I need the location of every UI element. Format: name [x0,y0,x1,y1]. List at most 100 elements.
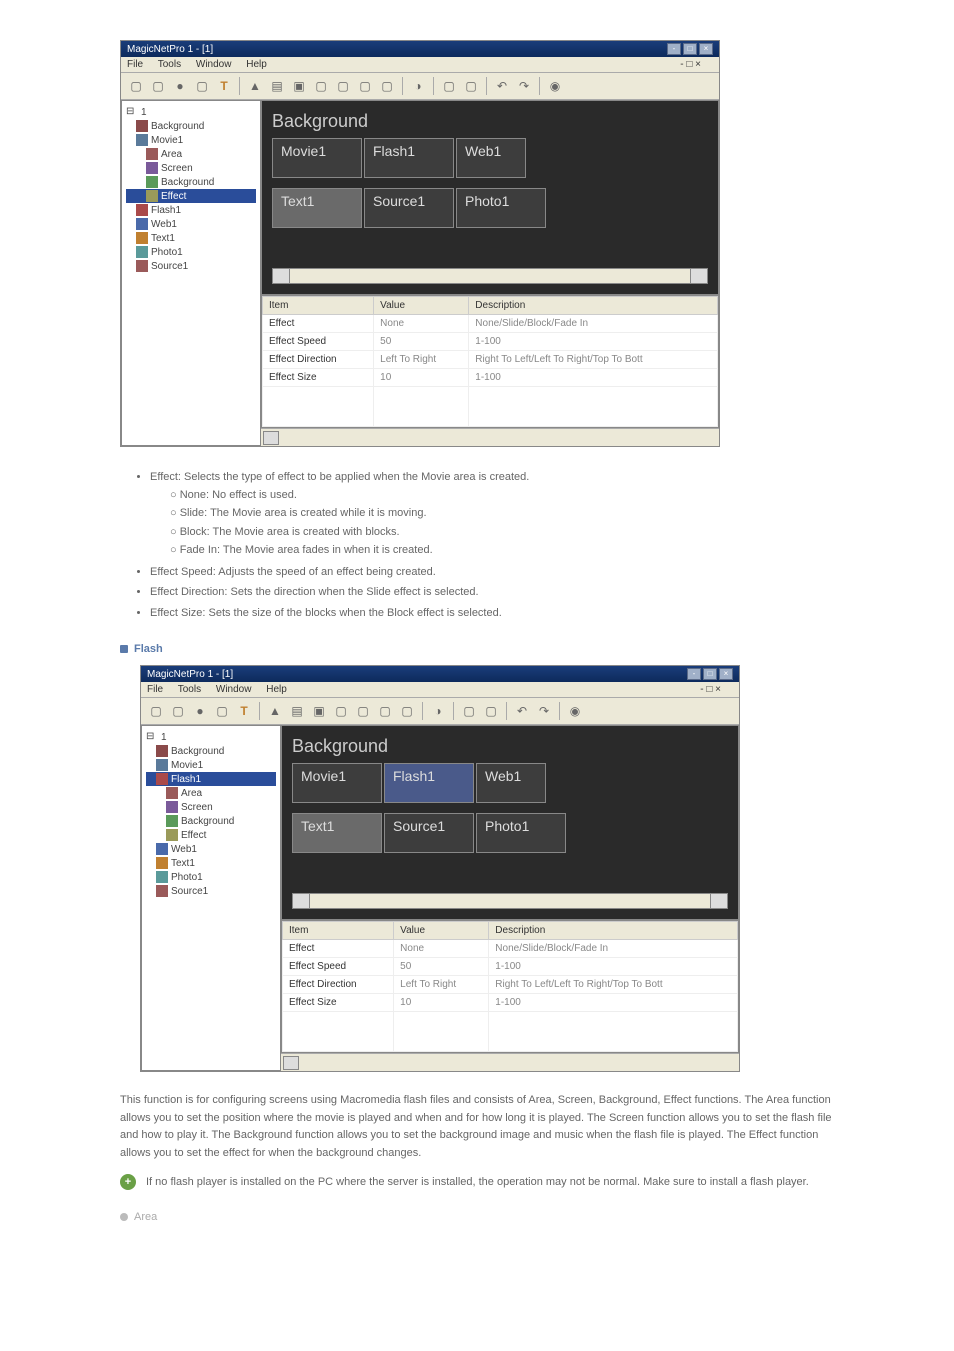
tb-icon-14[interactable]: ▢ [482,702,500,720]
menu-tools[interactable]: Tools [178,684,201,695]
menu-help[interactable]: Help [266,684,287,695]
tb-icon-t[interactable]: T [235,702,253,720]
menu-file[interactable]: File [147,684,163,695]
region-photo[interactable]: Photo1 [456,188,546,228]
grid-header-value[interactable]: Value [374,297,469,315]
close-btn[interactable]: × [699,43,713,55]
region-photo[interactable]: Photo1 [476,813,566,853]
tree-screen[interactable]: Screen [126,161,256,175]
tb-icon-11[interactable]: ▢ [378,77,396,95]
scrollbar-h[interactable] [272,268,708,284]
tb-icon-3[interactable]: ● [191,702,209,720]
grid-header-value[interactable]: Value [394,922,489,940]
tb-icon-9[interactable]: ▢ [354,702,372,720]
tb-icon-9[interactable]: ▢ [334,77,352,95]
tree-screen[interactable]: Screen [146,800,276,814]
tree-web[interactable]: Web1 [126,217,256,231]
tree-area[interactable]: Area [146,786,276,800]
region-web[interactable]: Web1 [476,763,546,803]
tb-icon-12[interactable]: ◑ [429,702,447,720]
tree-text[interactable]: Text1 [146,856,276,870]
grid-row-size[interactable]: Effect Size 10 1-100 [263,369,718,387]
tb-icon-7[interactable]: ▣ [310,702,328,720]
tree-source[interactable]: Source1 [126,259,256,273]
grid-row-effect[interactable]: Effect None None/Slide/Block/Fade In [263,315,718,333]
tb-icon-1[interactable]: ▢ [127,77,145,95]
tb-icon-redo[interactable]: ↷ [535,702,553,720]
region-flash-selected[interactable]: Flash1 [384,763,474,803]
tree-area[interactable]: Area [126,147,256,161]
region-web[interactable]: Web1 [456,138,526,178]
tb-icon-5[interactable]: ▲ [266,702,284,720]
tb-icon-13[interactable]: ▢ [440,77,458,95]
tree-photo[interactable]: Photo1 [126,245,256,259]
tree-bg2[interactable]: Background [126,175,256,189]
tree-movie[interactable]: Movie1 [146,758,276,772]
tree-root[interactable]: ⊟1 [126,105,256,119]
menu-window[interactable]: Window [196,59,232,70]
tb-icon-8[interactable]: ▢ [312,77,330,95]
maximize-btn[interactable]: □ [683,43,697,55]
tb-icon-6[interactable]: ▤ [268,77,286,95]
tb-icon-10[interactable]: ▢ [376,702,394,720]
grid-row-direction[interactable]: Effect Direction Left To Right Right To … [283,976,738,994]
tree-background[interactable]: Background [146,744,276,758]
grid-header-desc[interactable]: Description [469,297,718,315]
tb-icon-3[interactable]: ● [171,77,189,95]
tb-icon-8[interactable]: ▢ [332,702,350,720]
region-flash[interactable]: Flash1 [364,138,454,178]
tb-icon-4[interactable]: ▢ [213,702,231,720]
menu-tools[interactable]: Tools [158,59,181,70]
tb-icon-6[interactable]: ▤ [288,702,306,720]
region-text[interactable]: Text1 [292,813,382,853]
grid-row-speed[interactable]: Effect Speed 50 1-100 [283,958,738,976]
minimize-btn[interactable]: - [667,43,681,55]
region-text[interactable]: Text1 [272,188,362,228]
tb-icon-t[interactable]: T [215,77,233,95]
tree-background[interactable]: Background [126,119,256,133]
grid-row-effect[interactable]: Effect None None/Slide/Block/Fade In [283,940,738,958]
region-source[interactable]: Source1 [384,813,474,853]
tb-icon-4[interactable]: ▢ [193,77,211,95]
grid-header-item[interactable]: Item [283,922,394,940]
grid-row-size[interactable]: Effect Size 10 1-100 [283,994,738,1012]
tb-icon-15[interactable]: ◉ [546,77,564,95]
tree-flash[interactable]: Flash1 [126,203,256,217]
tree-source[interactable]: Source1 [146,884,276,898]
tree-effect[interactable]: Effect [146,828,276,842]
tb-icon-11[interactable]: ▢ [398,702,416,720]
tree-web[interactable]: Web1 [146,842,276,856]
window-control-inner[interactable]: - □ × [700,684,721,695]
close-btn[interactable]: × [719,668,733,680]
window-control-inner[interactable]: - □ × [680,59,701,70]
tree-bg2[interactable]: Background [146,814,276,828]
maximize-btn[interactable]: □ [703,668,717,680]
tb-icon-redo[interactable]: ↷ [515,77,533,95]
menu-file[interactable]: File [127,59,143,70]
tb-icon-10[interactable]: ▢ [356,77,374,95]
grid-header-item[interactable]: Item [263,297,374,315]
region-movie[interactable]: Movie1 [292,763,382,803]
tb-icon-undo[interactable]: ↶ [493,77,511,95]
tb-icon-14[interactable]: ▢ [462,77,480,95]
region-movie[interactable]: Movie1 [272,138,362,178]
tree-photo[interactable]: Photo1 [146,870,276,884]
tree-movie[interactable]: Movie1 [126,133,256,147]
tb-icon-undo[interactable]: ↶ [513,702,531,720]
menu-help[interactable]: Help [246,59,267,70]
tree-effect-selected[interactable]: Effect [126,189,256,203]
tree-root[interactable]: ⊟1 [146,730,276,744]
tb-icon-2[interactable]: ▢ [149,77,167,95]
tb-icon-15[interactable]: ◉ [566,702,584,720]
grid-row-speed[interactable]: Effect Speed 50 1-100 [263,333,718,351]
grid-header-desc[interactable]: Description [489,922,738,940]
tb-icon-2[interactable]: ▢ [169,702,187,720]
minimize-btn[interactable]: - [687,668,701,680]
menu-window[interactable]: Window [216,684,252,695]
tb-icon-7[interactable]: ▣ [290,77,308,95]
tree-flash-selected[interactable]: Flash1 [146,772,276,786]
tb-icon-12[interactable]: ◑ [409,77,427,95]
scrollbar-h[interactable] [292,893,728,909]
tb-icon-1[interactable]: ▢ [147,702,165,720]
region-source[interactable]: Source1 [364,188,454,228]
